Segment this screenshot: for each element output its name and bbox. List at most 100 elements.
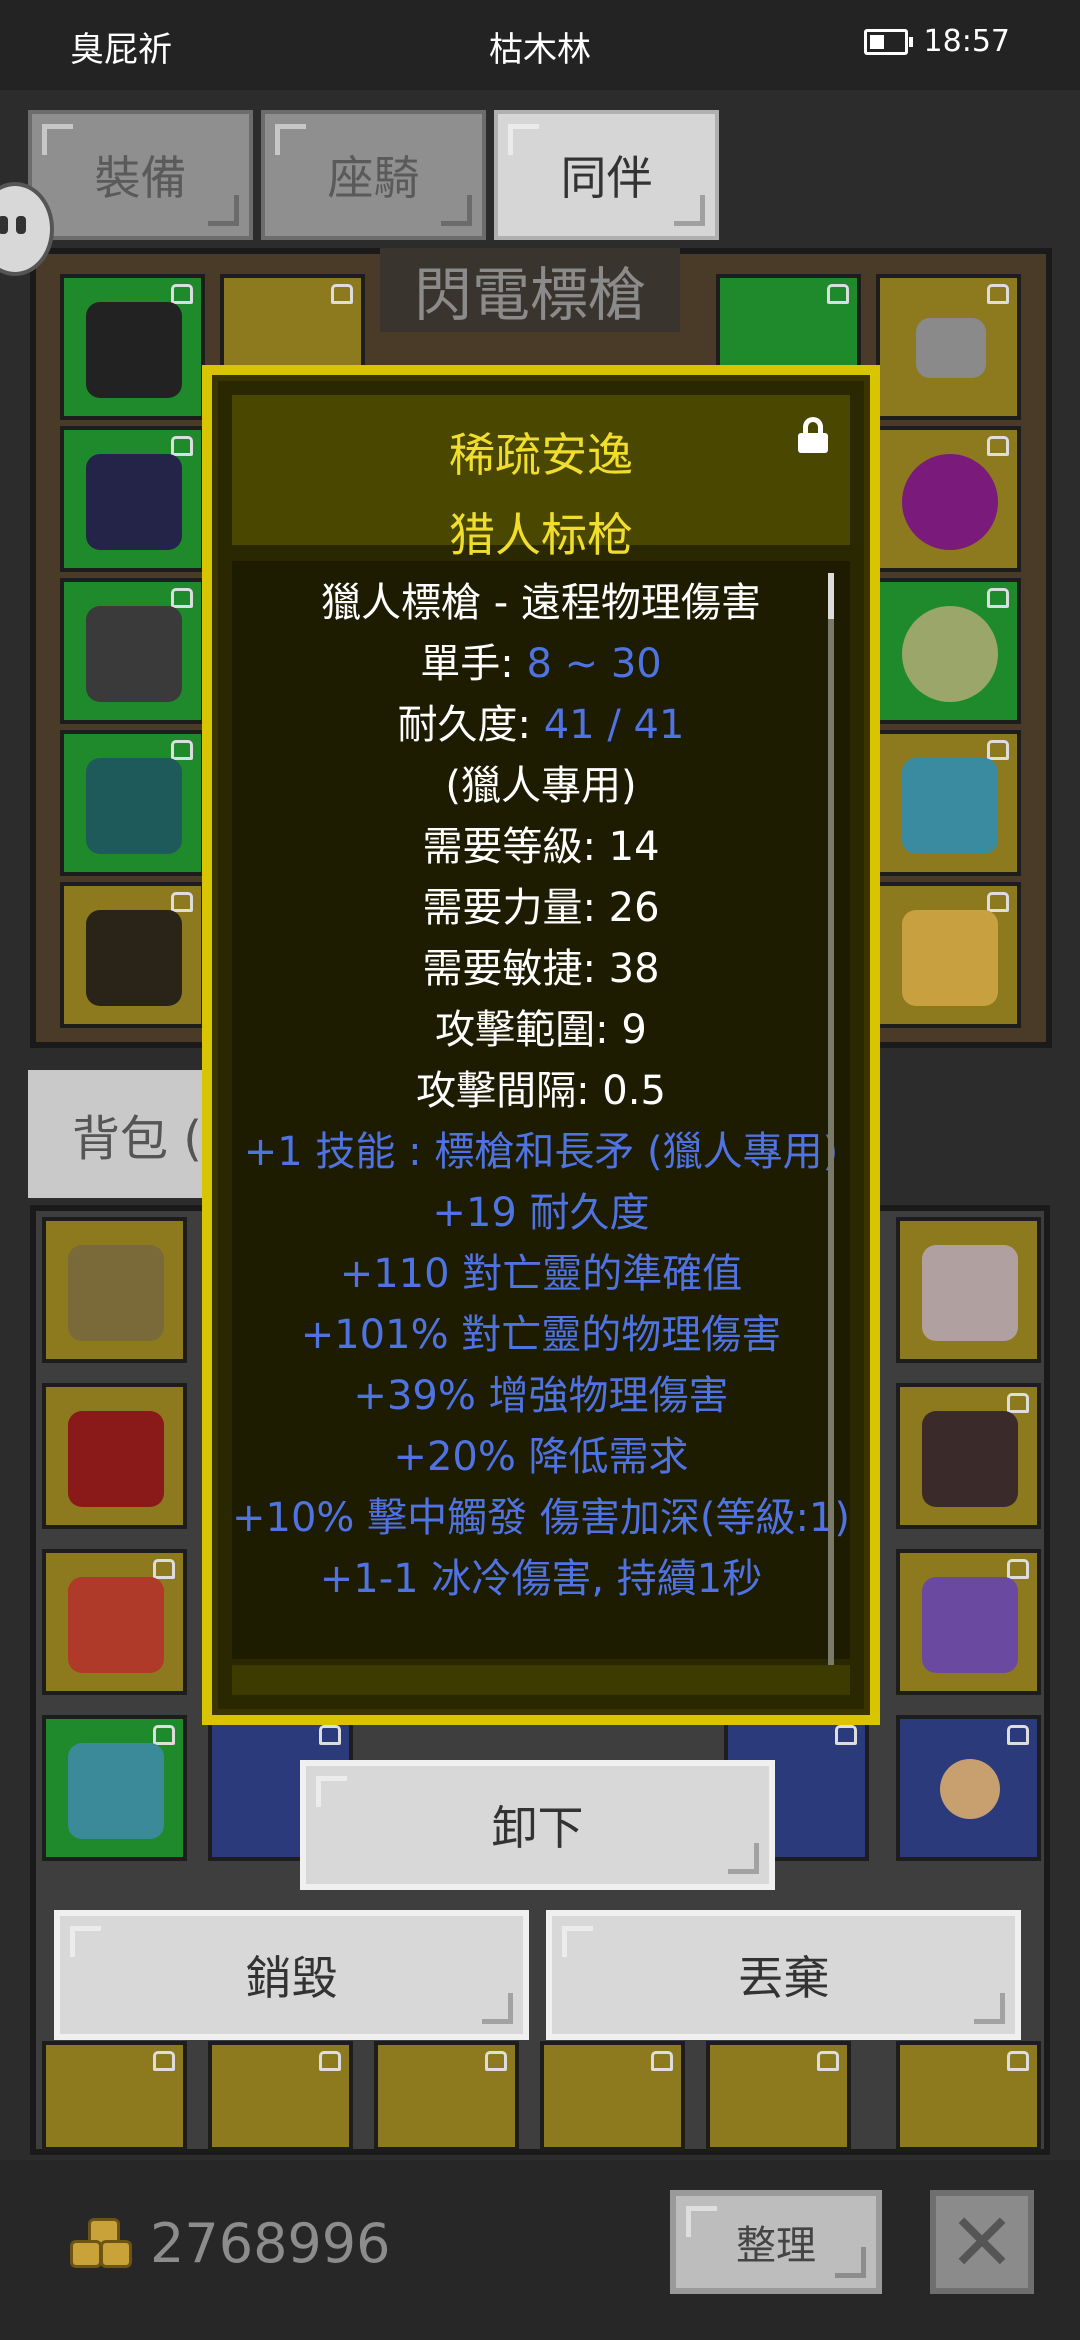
ring-icon	[902, 454, 998, 550]
bag-slot[interactable]	[42, 1715, 187, 1861]
affix-line: +101% 對亡靈的物理傷害	[300, 1312, 782, 1358]
lock-icon	[1007, 2051, 1029, 2071]
destroy-button[interactable]: 銷毀	[54, 1910, 529, 2040]
corner-decoration	[674, 195, 705, 226]
lock-icon	[171, 892, 193, 912]
stat-value: 8 ~ 30	[526, 641, 662, 687]
bag-slot[interactable]	[42, 1383, 187, 1529]
unequip-button[interactable]: 卸下	[300, 1760, 775, 1890]
equip-slot-amulet[interactable]	[876, 274, 1021, 420]
affix-line: +1-1 冰冷傷害, 持續1秒	[319, 1556, 763, 1602]
lock-icon[interactable]	[798, 417, 828, 453]
sort-button[interactable]: 整理	[670, 2190, 882, 2294]
affix-line: +10% 擊中觸發 傷害加深(等級:1)	[232, 1495, 850, 1541]
equip-slot-armor[interactable]	[60, 426, 205, 572]
required-strength: 需要力量: 26	[422, 885, 660, 931]
gloves-icon	[68, 1411, 164, 1507]
bag-slot[interactable]	[42, 2041, 187, 2151]
stat-value: 41 / 41	[543, 702, 685, 748]
corner-decoration	[70, 1926, 101, 1957]
lock-icon	[171, 436, 193, 456]
corner-decoration	[728, 1843, 759, 1874]
tab-label: 裝備	[94, 151, 187, 205]
bag-slot[interactable]	[896, 2041, 1041, 2151]
helmet-icon	[86, 302, 182, 398]
attack-interval: 攻擊間隔: 0.5	[416, 1068, 666, 1114]
lock-icon	[987, 436, 1009, 456]
lock-icon	[319, 2051, 341, 2071]
lock-icon	[171, 740, 193, 760]
tooltip-header: 稀疏安逸 猎人标枪	[232, 395, 850, 562]
bag-slot[interactable]	[42, 1549, 187, 1695]
close-icon: ✕	[948, 2195, 1016, 2289]
unequip-label: 卸下	[491, 1801, 584, 1855]
corner-decoration	[562, 1926, 593, 1957]
equip-slot-ring-1[interactable]	[876, 426, 1021, 572]
equip-slot-belt[interactable]	[60, 882, 205, 1028]
stat-damage: 單手: 8 ~ 30	[232, 634, 850, 695]
bag-slot[interactable]	[706, 2041, 851, 2151]
lock-icon	[817, 2051, 839, 2071]
equip-slot-helmet[interactable]	[60, 274, 205, 420]
lock-icon	[651, 2051, 673, 2071]
backpack-tab[interactable]: 背包 (	[28, 1070, 218, 1198]
avatar-eye	[16, 216, 26, 234]
belt-icon	[86, 910, 182, 1006]
status-right: 18:57	[863, 24, 1010, 59]
equip-slot-gloves[interactable]	[60, 578, 205, 724]
lock-icon	[1007, 1725, 1029, 1745]
attack-range: 攻擊範圍: 9	[435, 1007, 647, 1053]
equip-slot-boots[interactable]	[60, 730, 205, 876]
armor-icon	[86, 454, 182, 550]
charm-icon	[902, 910, 998, 1006]
equip-slot-ring-2[interactable]	[876, 578, 1021, 724]
item-name: 猎人标枪	[449, 508, 633, 562]
class-restriction: (獵人專用)	[445, 763, 637, 809]
corner-decoration	[42, 124, 73, 155]
bag-slot[interactable]	[896, 1217, 1041, 1363]
bag-slot[interactable]	[208, 2041, 353, 2151]
pet-icon	[68, 1577, 164, 1673]
corner-decoration	[482, 1993, 513, 2024]
bag-slot[interactable]	[896, 1383, 1041, 1529]
tab-label: 同伴	[560, 151, 653, 205]
tooltip-scrollbar[interactable]	[828, 573, 834, 1673]
affix-line: +20% 降低需求	[393, 1434, 689, 1480]
lock-icon	[987, 740, 1009, 760]
status-bar: 臭屁祈 枯木林 18:57	[0, 0, 1080, 90]
tab-companion[interactable]: 同伴	[494, 110, 719, 240]
lock-icon	[1007, 1393, 1029, 1413]
lock-icon	[987, 284, 1009, 304]
equip-slot-charm[interactable]	[876, 882, 1021, 1028]
avatar-eye	[0, 216, 8, 234]
bag-slot[interactable]	[42, 1217, 187, 1363]
equipment-banner: 閃電標槍	[380, 248, 680, 332]
tab-mount[interactable]: 座騎	[261, 110, 486, 240]
book-icon	[902, 758, 998, 854]
lock-icon	[153, 1559, 175, 1579]
close-button[interactable]: ✕	[930, 2190, 1034, 2294]
equip-slot-book[interactable]	[876, 730, 1021, 876]
gold-coins-icon	[70, 2218, 132, 2270]
corner-decoration	[686, 2206, 717, 2237]
lock-icon	[171, 284, 193, 304]
lock-icon	[319, 1725, 341, 1745]
bag-slot[interactable]	[896, 1549, 1041, 1695]
affix-line: +19 耐久度	[432, 1190, 650, 1236]
bag-slot[interactable]	[896, 1715, 1041, 1861]
tab-label: 座騎	[327, 151, 420, 205]
coin-shape	[70, 2240, 102, 2268]
bag-slot[interactable]	[540, 2041, 685, 2151]
corner-decoration	[208, 195, 239, 226]
drop-button[interactable]: 丟棄	[546, 1910, 1021, 2040]
drop-label: 丟棄	[737, 1951, 830, 2005]
tab-equipment[interactable]: 裝備	[28, 110, 253, 240]
gold-amount: 2768996	[150, 2212, 391, 2275]
lock-icon	[485, 2051, 507, 2071]
corner-decoration	[508, 124, 539, 155]
sort-label: 整理	[736, 2223, 816, 2269]
lock-icon	[835, 1725, 857, 1745]
bag-slot[interactable]	[374, 2041, 519, 2151]
lock-icon	[171, 588, 193, 608]
sword-icon	[922, 1245, 1018, 1341]
